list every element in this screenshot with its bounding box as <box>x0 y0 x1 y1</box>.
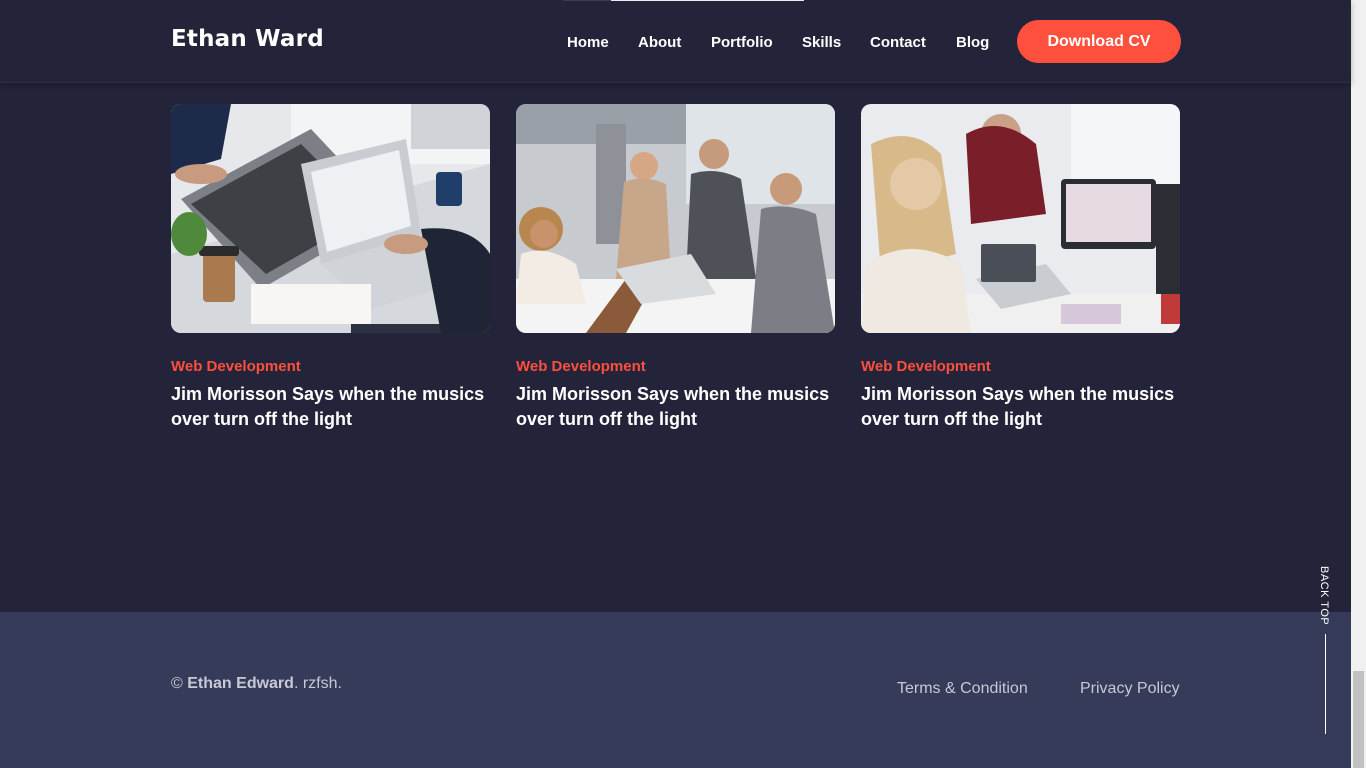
blog-card-image[interactable] <box>171 104 490 333</box>
nav-contact[interactable]: Contact <box>870 34 926 51</box>
designers-at-monitor-photo <box>861 104 1180 333</box>
post-category[interactable]: Web Development <box>516 358 835 375</box>
post-category[interactable]: Web Development <box>171 358 490 375</box>
copyright-text: © Ethan Edward. rzfsh. <box>171 675 342 693</box>
download-cv-button[interactable]: Download CV <box>1017 20 1181 63</box>
site-logo[interactable]: Ethan Ward <box>171 26 324 52</box>
blog-card: Web Development Jim Morisson Says when t… <box>516 104 835 432</box>
back-to-top-button[interactable]: BACK TOP <box>1318 566 1334 736</box>
nav-skills[interactable]: Skills <box>802 34 841 51</box>
post-title[interactable]: Jim Morisson Says when the musics over t… <box>516 382 835 432</box>
scrollbar-track[interactable] <box>1351 0 1366 768</box>
blog-card: Web Development Jim Morisson Says when t… <box>171 104 490 432</box>
blog-card: Web Development Jim Morisson Says when t… <box>861 104 1180 432</box>
copyright-symbol: © <box>171 675 183 692</box>
nav-portfolio[interactable]: Portfolio <box>711 34 773 51</box>
blog-card-image[interactable] <box>516 104 835 333</box>
top-edge-line <box>563 0 611 1</box>
post-category[interactable]: Web Development <box>861 358 1180 375</box>
nav-blog[interactable]: Blog <box>956 34 989 51</box>
scrollbar-thumb[interactable] <box>1353 671 1364 768</box>
site-footer: © Ethan Edward. rzfsh. Terms & Condition… <box>0 612 1351 768</box>
post-title[interactable]: Jim Morisson Says when the musics over t… <box>171 382 490 432</box>
blog-card-image[interactable] <box>861 104 1180 333</box>
back-top-line <box>1325 634 1326 734</box>
laptops-on-desk-photo <box>171 104 490 333</box>
terms-link[interactable]: Terms & Condition <box>897 680 1028 698</box>
back-top-label: BACK TOP <box>1318 566 1330 626</box>
nav-about[interactable]: About <box>638 34 681 51</box>
team-meeting-photo <box>516 104 835 333</box>
privacy-link[interactable]: Privacy Policy <box>1080 680 1180 698</box>
top-edge-highlight <box>611 0 804 1</box>
copyright-suffix: . rzfsh. <box>293 675 342 692</box>
post-title[interactable]: Jim Morisson Says when the musics over t… <box>861 382 1180 432</box>
site-header: Ethan Ward Home About Portfolio Skills C… <box>0 0 1351 83</box>
nav-home[interactable]: Home <box>567 34 609 51</box>
copyright-name: Ethan Edward <box>187 675 294 692</box>
